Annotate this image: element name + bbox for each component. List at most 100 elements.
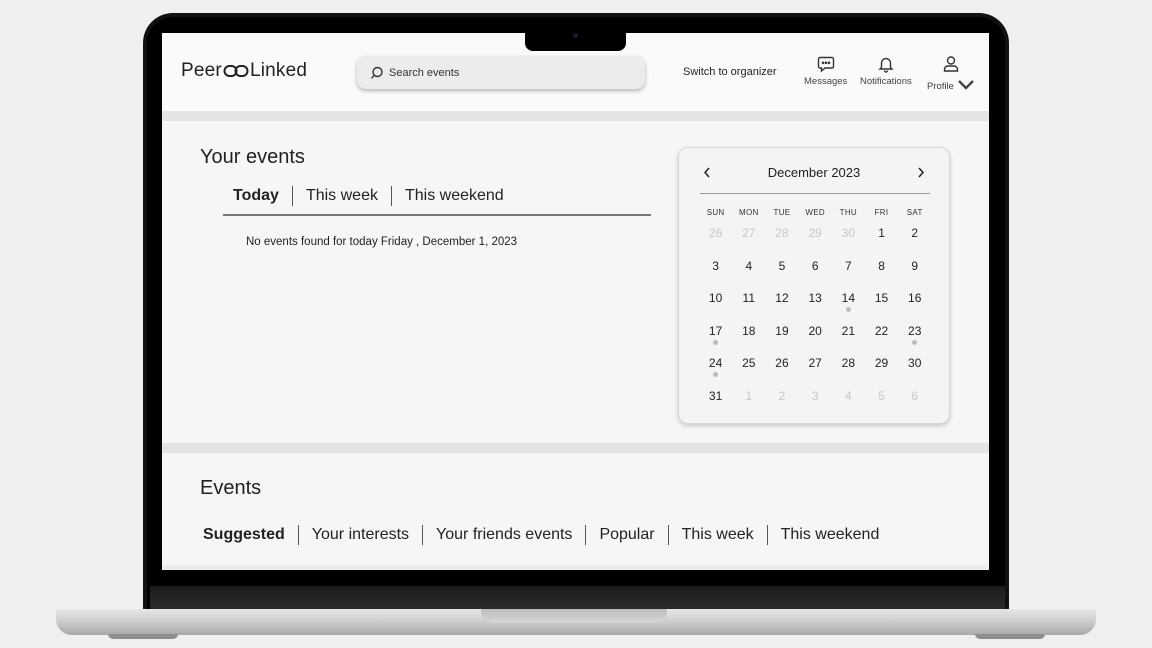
calendar-day[interactable]: 4 [832, 385, 865, 418]
events-tab-your-interests[interactable]: Your interests [312, 526, 409, 544]
section-divider-top [162, 111, 989, 121]
calendar-day[interactable]: 30 [898, 352, 931, 385]
calendar-day[interactable]: 8 [865, 255, 898, 288]
events-list-edge [162, 565, 989, 570]
calendar-day[interactable]: 6 [898, 385, 931, 418]
calendar-day[interactable]: 27 [732, 222, 765, 255]
profile-menu-button[interactable]: Profile [927, 55, 975, 97]
calendar-day-with-event[interactable]: 17 [699, 320, 732, 353]
messages-label: Messages [804, 76, 848, 87]
weekday-label: TUE [773, 208, 791, 217]
your-events-tabs: Today This week This weekend [233, 186, 504, 206]
next-month-button[interactable] [913, 164, 929, 180]
calendar-day[interactable]: 4 [732, 255, 765, 288]
events-tab-your-friends-events[interactable]: Your friends events [436, 526, 572, 544]
calendar-day[interactable]: 26 [699, 222, 732, 255]
logo-text-right: Linked [249, 60, 308, 81]
calendar-day[interactable]: 16 [898, 287, 931, 320]
calendar-day[interactable]: 29 [865, 352, 898, 385]
tab-separator [297, 525, 299, 545]
calendar-day[interactable]: 2 [765, 385, 798, 418]
notifications-button[interactable]: Notifications [860, 55, 912, 87]
calendar-day[interactable]: 2 [898, 222, 931, 255]
weekday-label: SAT [906, 208, 923, 217]
prev-month-button[interactable] [699, 164, 715, 180]
calendar-day[interactable]: 7 [832, 255, 865, 288]
calendar-day[interactable]: 12 [765, 287, 798, 320]
calendar-day[interactable]: 1 [732, 385, 765, 418]
tab-separator [390, 186, 392, 206]
laptop-hinge [150, 586, 1005, 610]
chevron-down-icon [958, 80, 974, 90]
tab-this-week[interactable]: This week [306, 187, 378, 205]
tab-separator [766, 525, 768, 545]
calendar-day[interactable]: 27 [799, 352, 832, 385]
switch-to-organizer-link[interactable]: Switch to organizer [683, 66, 777, 78]
tab-today[interactable]: Today [233, 187, 279, 205]
calendar-day-with-event[interactable]: 14 [832, 287, 865, 320]
calendar-day[interactable]: 6 [799, 255, 832, 288]
weekday-label: WED [805, 208, 825, 217]
calendar-day[interactable]: 30 [832, 222, 865, 255]
calendar-day[interactable]: 28 [765, 222, 798, 255]
events-tab-this-weekend[interactable]: This weekend [781, 526, 880, 544]
no-events-message: No events found for today Friday , Decem… [246, 236, 518, 248]
calendar-day[interactable]: 21 [832, 320, 865, 353]
tab-this-weekend[interactable]: This weekend [405, 187, 504, 205]
calendar-day[interactable]: 19 [765, 320, 798, 353]
camera-icon [573, 33, 578, 38]
messages-button[interactable]: Messages [804, 55, 847, 87]
chevron-right-icon [918, 167, 925, 177]
your-events-section: Your events Today This week This weekend… [162, 121, 989, 443]
laptop-foot-left [108, 634, 178, 639]
search-input[interactable] [389, 66, 629, 79]
calendar-day[interactable]: 18 [732, 320, 765, 353]
link-icon [223, 65, 249, 77]
bell-icon [878, 57, 894, 73]
calendar-day[interactable]: 1 [865, 222, 898, 255]
calendar-day-with-event[interactable]: 23 [898, 320, 931, 353]
calendar-day[interactable]: 20 [799, 320, 832, 353]
calendar-day[interactable]: 3 [699, 255, 732, 288]
camera-notch [525, 30, 626, 51]
calendar-day[interactable]: 25 [732, 352, 765, 385]
calendar-day[interactable]: 5 [765, 255, 798, 288]
calendar-header-divider [700, 193, 930, 194]
user-icon [943, 56, 959, 72]
tab-separator [291, 186, 293, 206]
logo[interactable]: Peer Linked [181, 60, 307, 82]
events-tab-this-week[interactable]: This week [682, 526, 754, 544]
events-tab-popular[interactable]: Popular [599, 526, 654, 544]
calendar-day[interactable]: 10 [699, 287, 732, 320]
calendar-day[interactable]: 11 [732, 287, 765, 320]
calendar-grid: SUN MON TUE WED THU FRI SAT 26 27 28 29 30 1 2 3 4 5 6 7 8 9… [699, 204, 931, 417]
calendar-month-label: December 2023 [767, 164, 861, 180]
calendar-day[interactable]: 15 [865, 287, 898, 320]
tab-separator [667, 525, 669, 545]
events-section: Events Suggested Your interests Your frien… [162, 453, 989, 570]
calendar-day[interactable]: 5 [865, 385, 898, 418]
app-screen: Peer Linked Switch to organizer Messages [162, 33, 989, 570]
logo-text-left: Peer [181, 60, 222, 81]
calendar-day[interactable]: 28 [832, 352, 865, 385]
events-tab-suggested[interactable]: Suggested [203, 526, 285, 544]
weekday-label: SUN [706, 208, 725, 217]
your-events-title: Your events [200, 146, 305, 168]
calendar-widget: December 2023 SUN MON TUE WED THU FRI SAT 26 27 2… [678, 147, 950, 424]
calendar-day[interactable]: 9 [898, 255, 931, 288]
tab-separator [422, 525, 424, 545]
calendar-day[interactable]: 26 [765, 352, 798, 385]
laptop-base [56, 609, 1096, 635]
calendar-day[interactable]: 13 [799, 287, 832, 320]
events-tabs: Suggested Your interests Your friends even… [203, 525, 879, 545]
chevron-left-icon [703, 167, 710, 177]
calendar-day[interactable]: 29 [799, 222, 832, 255]
calendar-day[interactable]: 31 [699, 385, 732, 418]
weekday-label: MON [738, 208, 759, 217]
events-title: Events [200, 477, 262, 499]
calendar-day[interactable]: 3 [799, 385, 832, 418]
calendar-day[interactable]: 22 [865, 320, 898, 353]
search-bar[interactable] [357, 56, 645, 89]
message-bubble-icon [817, 56, 834, 73]
calendar-day-with-event[interactable]: 24 [699, 352, 732, 385]
